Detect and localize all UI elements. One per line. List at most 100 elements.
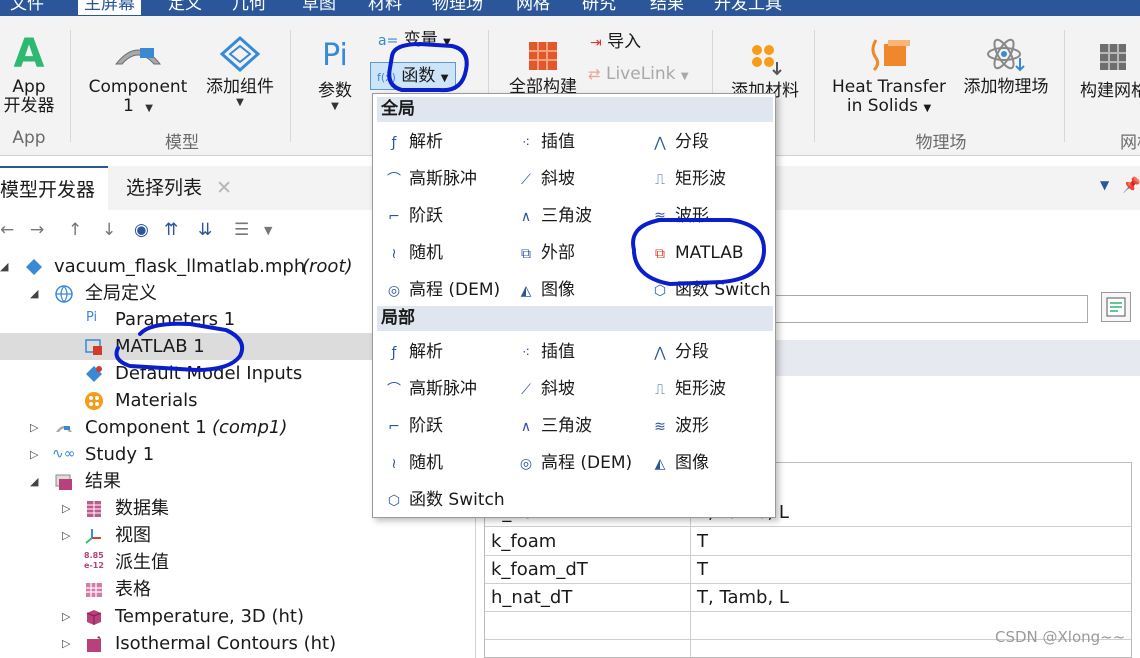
chevron-down-icon[interactable]: ▼ xyxy=(264,224,272,237)
menu-developer[interactable]: 开发工具 xyxy=(708,0,788,15)
tree-node-isothermal-contours[interactable]: ▷ Isothermal Contours (ht) xyxy=(0,630,470,657)
collapse-triangle-icon[interactable]: ◢ xyxy=(0,253,14,280)
table-row[interactable]: k_foam_dT T xyxy=(485,556,1131,584)
menu-geometry[interactable]: 几何 xyxy=(226,0,272,15)
expand-triangle-icon[interactable]: ▷ xyxy=(62,522,76,549)
expand-triangle-icon[interactable]: ▷ xyxy=(30,414,44,441)
menu-item-label: 矩形波 xyxy=(675,169,726,189)
import-button[interactable]: ⇥ 导入 xyxy=(590,32,641,53)
globe-icon xyxy=(55,285,73,304)
add-physics-button[interactable]: 添加物理场 xyxy=(956,34,1056,97)
tab-label: 模型开发器 xyxy=(0,179,96,201)
edit-expression-button[interactable] xyxy=(1101,292,1131,322)
menu-mesh[interactable]: 网格 xyxy=(510,0,556,15)
tree-node-views[interactable]: ▷ 视图 xyxy=(0,522,470,549)
ribbon-separator xyxy=(1064,30,1065,142)
menu-file[interactable]: 文件 xyxy=(4,0,50,15)
tree-node-label: Temperature, 3D (ht) xyxy=(115,606,305,627)
menu-materials[interactable]: 材料 xyxy=(362,0,408,15)
heat-transfer-button[interactable]: Heat Transfer in Solids ▼ xyxy=(826,34,952,118)
collapse-triangle-icon[interactable]: ◢ xyxy=(30,280,44,307)
variables-button[interactable]: a= 变量 ▼ xyxy=(378,30,451,53)
back-arrow-icon[interactable]: ← xyxy=(0,220,14,240)
forward-arrow-icon[interactable]: → xyxy=(30,220,44,240)
expand-triangle-icon[interactable]: ▷ xyxy=(62,630,76,657)
pin-icon[interactable]: 📌 xyxy=(1122,176,1140,194)
chevron-down-icon: ▼ xyxy=(440,73,449,84)
tree-node-label: 全局定义 xyxy=(85,283,157,304)
move-up-icon[interactable]: ↑ xyxy=(68,220,82,240)
variables-icon: a= xyxy=(378,33,399,49)
list-view-icon[interactable]: ☰ xyxy=(234,220,249,240)
menu-item-label: 阶跃 xyxy=(409,416,443,436)
app-builder-button[interactable]: A App 开发器 xyxy=(0,34,58,116)
chevron-down-icon[interactable]: ▼ xyxy=(1100,178,1109,192)
function-name-cell[interactable]: k_foam_dT xyxy=(491,556,588,584)
add-material-button[interactable]: 添加材料 xyxy=(722,40,808,101)
menu-item-label: 分段 xyxy=(675,342,709,362)
function-name-cell[interactable]: k_foam xyxy=(491,528,556,556)
expand-triangle-icon[interactable]: ▷ xyxy=(62,495,76,522)
table-row[interactable]: k_foam T xyxy=(485,528,1131,556)
function-args-cell[interactable]: T xyxy=(697,556,708,584)
table-row[interactable]: h_nat_dT T, Tamb, L xyxy=(485,584,1131,612)
livelink-icon: ⇄ xyxy=(588,65,601,83)
add-component-icon xyxy=(219,35,261,73)
matlab-function-icon xyxy=(85,339,102,355)
expand-triangle-icon[interactable]: ▷ xyxy=(62,603,76,630)
build-mesh-button[interactable]: 构建网格 xyxy=(1076,40,1140,101)
contour-plot-icon xyxy=(87,636,101,652)
rectangle-wave-icon: ⎍ xyxy=(655,382,665,398)
tab-model-builder[interactable]: 模型开发器 xyxy=(0,166,108,210)
function-args-cell[interactable]: T xyxy=(697,528,708,556)
waveform-icon: ≋ xyxy=(654,419,666,435)
tree-node-derived-values[interactable]: 8.85 e-12 派生值 xyxy=(0,549,470,576)
move-down-icon[interactable]: ↓ xyxy=(102,220,116,240)
function-name-cell[interactable]: h_nat_dT xyxy=(491,584,572,612)
analytic-icon: ƒ xyxy=(391,135,397,151)
build-all-button[interactable]: 全部构建 xyxy=(498,38,588,97)
collapse-triangle-icon[interactable]: ◢ xyxy=(30,468,44,495)
parameters-icon: Pi xyxy=(322,38,348,73)
tab-selection-list[interactable]: 选择列表 ✕ xyxy=(118,166,240,210)
show-icon[interactable]: ◉ xyxy=(134,220,149,240)
tree-node-label: Component 1 xyxy=(85,417,207,438)
dropdown-header-global: 全局 xyxy=(377,97,773,122)
menu-results[interactable]: 结果 xyxy=(644,0,690,15)
menu-sketch[interactable]: 草图 xyxy=(296,0,342,15)
triangle-wave-icon: ∧ xyxy=(520,419,532,435)
function-name-field[interactable] xyxy=(770,295,1088,323)
results-icon xyxy=(55,474,72,490)
tree-node-label: 视图 xyxy=(115,525,151,546)
collapse-all-icon[interactable]: ⇊ xyxy=(198,220,212,240)
chevron-down-icon: ▼ xyxy=(680,71,689,82)
close-icon[interactable]: ✕ xyxy=(216,177,232,199)
analytic-icon: ƒ xyxy=(391,345,397,361)
tree-node-tables[interactable]: 表格 xyxy=(0,576,470,603)
menu-home[interactable]: 主屏幕 xyxy=(78,0,141,15)
chevron-down-icon: ▼ xyxy=(923,103,932,114)
component-icon xyxy=(114,48,162,65)
function-args-cell[interactable]: T, Tamb, L xyxy=(697,584,789,612)
menu-item-label: 插值 xyxy=(541,132,575,152)
menu-definitions[interactable]: 定义 xyxy=(162,0,208,15)
component-button[interactable]: Component 1 ▼ xyxy=(82,34,194,116)
random-icon: ≀ xyxy=(391,456,397,472)
tree-node-temperature-3d[interactable]: ▷ Temperature, 3D (ht) xyxy=(0,603,470,630)
livelink-button[interactable]: ⇄ LiveLink ▼ xyxy=(588,64,689,87)
atom-icon xyxy=(987,38,1025,72)
menu-item-label: 分段 xyxy=(675,132,709,152)
derived-values-icon: 8.85 e-12 xyxy=(84,551,104,570)
menu-item-label: 高斯脉冲 xyxy=(409,379,477,399)
menu-physics[interactable]: 物理场 xyxy=(426,0,489,15)
elevation-icon: ◎ xyxy=(387,283,401,299)
expand-all-icon[interactable]: ⇈ xyxy=(164,220,178,240)
elevation-icon: ◎ xyxy=(519,456,533,472)
functions-button[interactable]: f(x) 函数 ▼ xyxy=(370,62,456,90)
heat-transfer-icon xyxy=(871,39,910,72)
menu-study[interactable]: 研究 xyxy=(576,0,622,15)
parameters-button[interactable]: Pi 参数 ▼ xyxy=(300,38,370,112)
add-component-button[interactable]: 添加组件 ▼ xyxy=(198,34,282,108)
expand-triangle-icon[interactable]: ▷ xyxy=(30,441,44,468)
parameters-label: 参数 xyxy=(318,81,352,101)
